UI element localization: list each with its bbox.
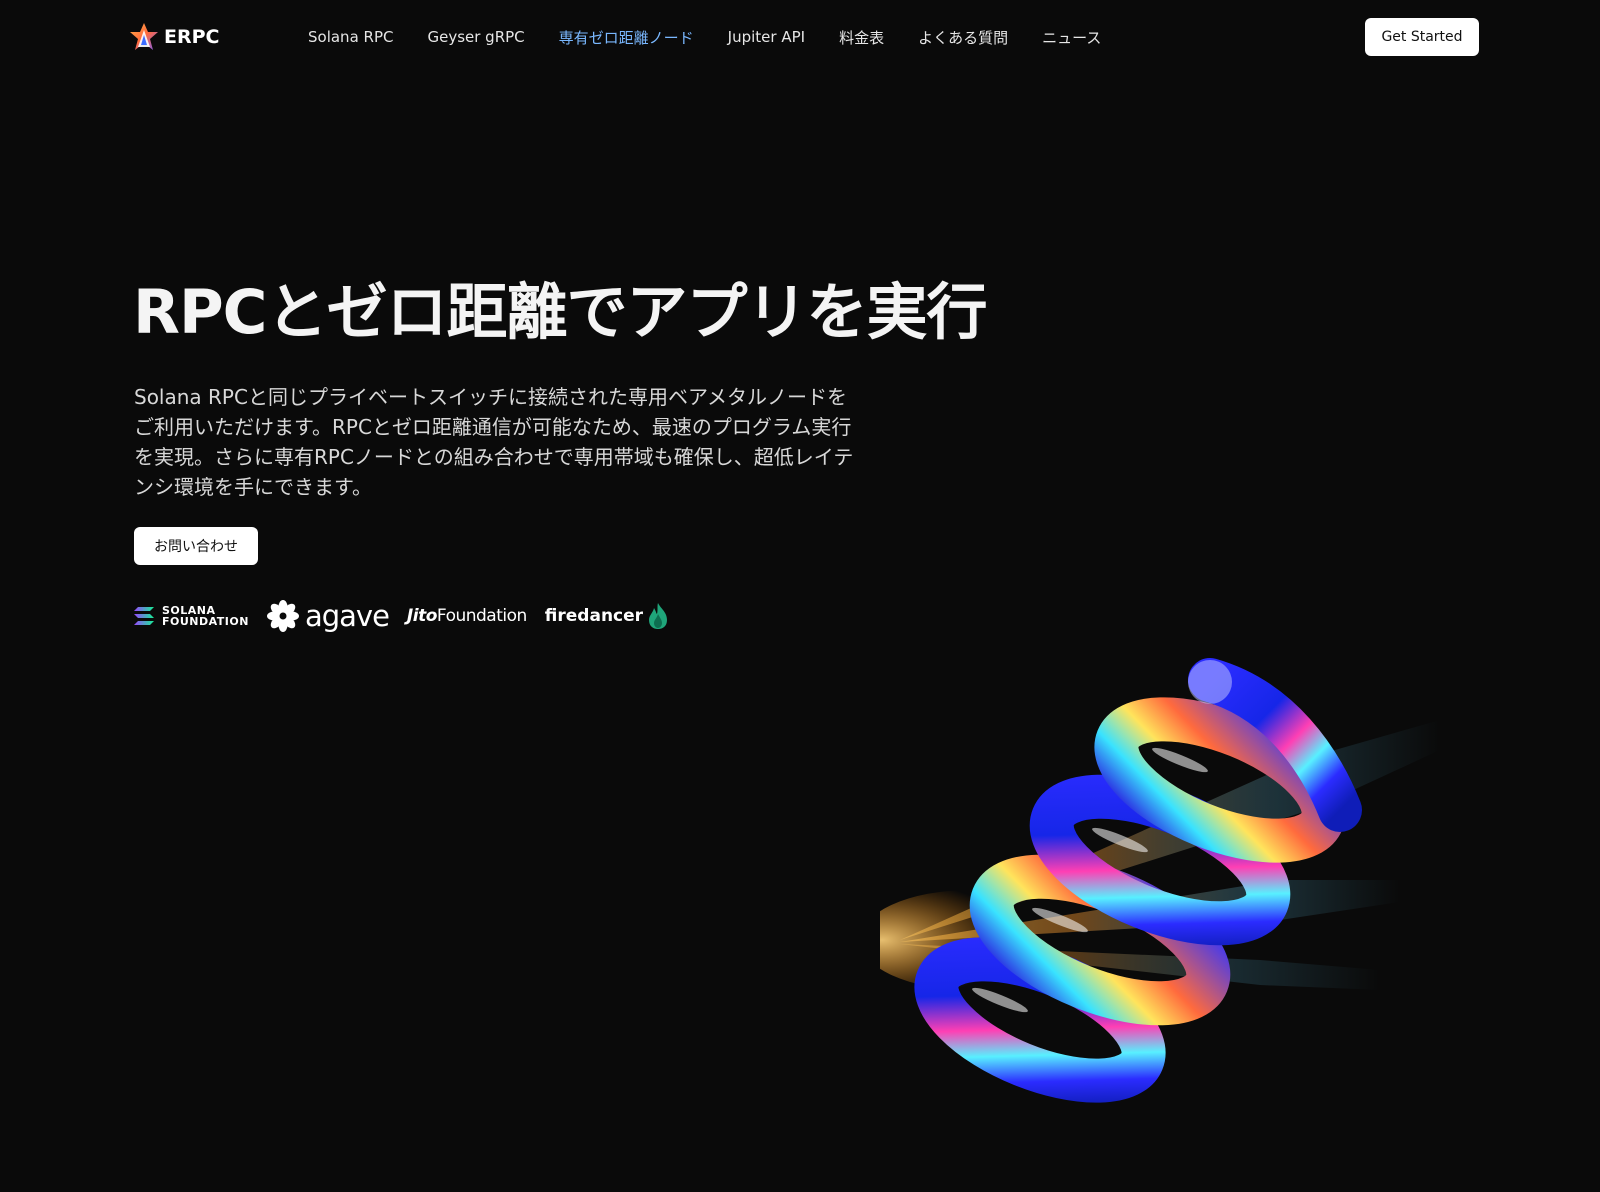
site-header: ERPC Solana RPC Geyser gRPC 専有ゼロ距離ノード Ju… — [0, 0, 1600, 74]
erpc-logo-icon — [130, 23, 158, 50]
logo-text: ERPC — [164, 26, 220, 48]
nav-news[interactable]: ニュース — [1042, 27, 1101, 48]
jito-text: JitoFoundation — [407, 606, 527, 626]
agave-logo: agave — [266, 599, 390, 633]
get-started-button[interactable]: Get Started — [1365, 18, 1479, 56]
hero-title: RPCとゼロ距離でアプリを実行 — [133, 277, 987, 348]
solana-foundation-text: SOLANA FOUNDATION — [162, 605, 249, 627]
hero-description: Solana RPCと同じプライベートスイッチに接続された専用ベアメタルノードを… — [134, 385, 854, 499]
firedancer-logo: firedancer — [545, 602, 669, 630]
main-nav: Solana RPC Geyser gRPC 専有ゼロ距離ノード Jupiter… — [308, 24, 1101, 50]
nav-dedicated-nodes[interactable]: 専有ゼロ距離ノード — [559, 27, 694, 48]
jito-foundation-word: Foundation — [436, 606, 527, 626]
contact-button[interactable]: お問い合わせ — [134, 527, 258, 565]
solana-line2: FOUNDATION — [162, 615, 249, 628]
nav-solana-rpc[interactable]: Solana RPC — [308, 28, 393, 46]
firedancer-text: firedancer — [544, 606, 644, 626]
erpc-logo[interactable]: ERPC — [128, 20, 219, 54]
flame-icon — [649, 603, 668, 629]
agave-flower-icon — [266, 600, 299, 632]
nav-pricing[interactable]: 料金表 — [839, 27, 884, 48]
solana-icon — [134, 607, 154, 625]
nav-jupiter-api[interactable]: Jupiter API — [728, 28, 805, 46]
solana-foundation-logo: SOLANA FOUNDATION — [134, 605, 249, 627]
spiral-hero-art — [880, 658, 1440, 1103]
jito-word: Jito — [406, 606, 437, 626]
agave-text: agave — [304, 599, 390, 633]
nav-geyser-grpc[interactable]: Geyser gRPC — [427, 28, 524, 46]
partner-logos: SOLANA FOUNDATION agave JitoFoundation f… — [134, 598, 687, 634]
jito-foundation-logo: JitoFoundation — [407, 606, 527, 626]
nav-faq[interactable]: よくある質問 — [918, 27, 1008, 48]
